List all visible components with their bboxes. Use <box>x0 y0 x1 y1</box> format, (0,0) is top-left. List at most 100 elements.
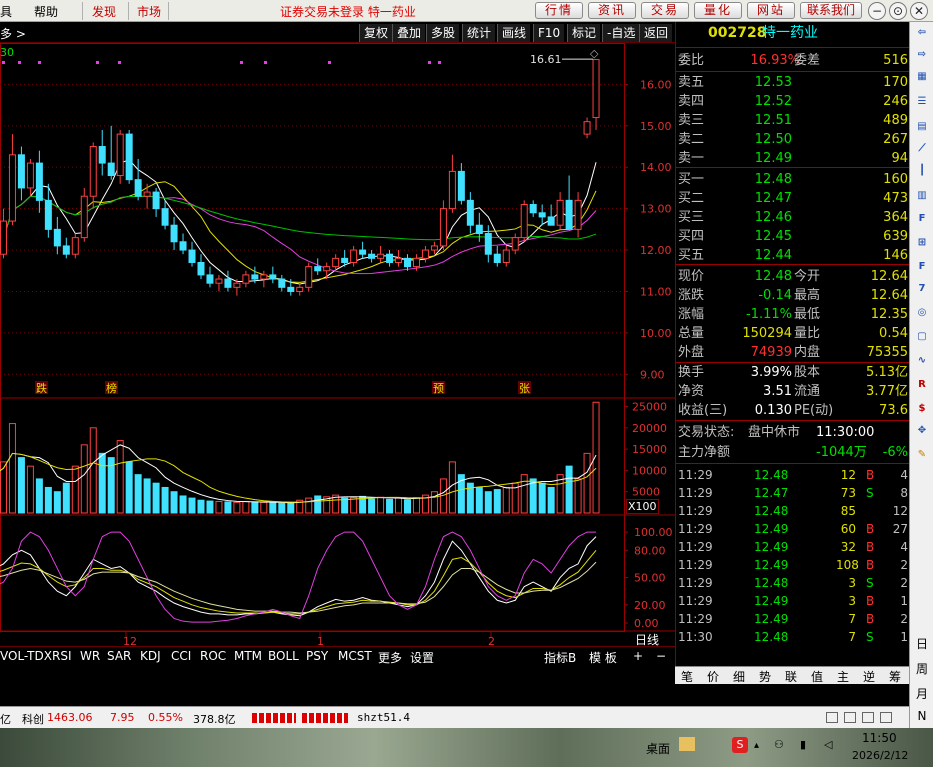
forward-arrow-icon[interactable]: ⇨ <box>913 46 931 64</box>
tab-boll[interactable]: BOLL <box>268 649 299 663</box>
candle-body <box>107 162 115 177</box>
volume-bar <box>197 499 205 514</box>
volume-tick-label: 5000 <box>632 486 660 499</box>
pencil-icon[interactable]: ✎ <box>913 446 931 464</box>
menu-tools[interactable]: 具 <box>0 3 12 20</box>
panel-tab[interactable]: 价 <box>707 668 719 685</box>
layout-icon[interactable] <box>844 712 856 723</box>
back-button[interactable]: 返回 <box>639 24 673 42</box>
multi-stock-button[interactable]: 多股 <box>426 24 460 42</box>
f10-button[interactable]: F10 <box>533 24 565 42</box>
tab-wr[interactable]: WR <box>80 649 100 663</box>
draw-line-button[interactable]: 画线 <box>497 24 531 42</box>
back-arrow-icon[interactable]: ⇦ <box>913 24 931 42</box>
f2-icon[interactable]: F <box>913 258 931 276</box>
overlay-button[interactable]: 叠加 <box>392 24 426 42</box>
tab-indicator-b[interactable]: 指标B <box>544 649 576 666</box>
tab-template[interactable]: 模 板 <box>589 649 617 666</box>
period-day[interactable]: 日 <box>914 635 930 652</box>
panel-tab[interactable]: 逆 <box>863 668 875 685</box>
tab-more[interactable]: 更多 <box>378 649 402 666</box>
panel-tab[interactable]: 势 <box>759 668 771 685</box>
panel-tab[interactable]: 联 <box>785 668 797 685</box>
tab-news[interactable]: 资讯 <box>588 2 636 19</box>
fuquan-button[interactable]: 复权 <box>359 24 393 42</box>
chevron-up-icon[interactable]: ▴ <box>754 740 759 751</box>
battery-icon[interactable]: ▮ <box>800 738 806 751</box>
volume-icon[interactable]: ◁ <box>824 738 832 751</box>
table-icon[interactable]: ▤ <box>913 118 931 136</box>
dollar-icon[interactable]: $ <box>913 400 931 418</box>
panel-tab[interactable]: 值 <box>811 668 823 685</box>
info-label: 流通 <box>794 384 821 399</box>
menu-help[interactable]: 帮助 <box>34 3 58 20</box>
indicator-tick-label: 20.00 <box>634 599 666 612</box>
tab-trade[interactable]: 交易 <box>641 2 689 19</box>
panel-tab[interactable]: 主 <box>837 668 849 685</box>
tab-rsi[interactable]: RSI <box>52 649 72 663</box>
period-month[interactable]: 月 <box>914 685 930 702</box>
volume-bar <box>71 465 79 514</box>
compare-icon[interactable]: ⊞ <box>913 234 931 252</box>
menu-market[interactable]: 市场 <box>137 3 161 20</box>
f10-icon[interactable]: F <box>913 210 931 228</box>
tab-sar[interactable]: SAR <box>107 649 131 663</box>
tab-vol[interactable]: VOL-TDX <box>0 649 52 663</box>
layout-icon[interactable] <box>880 712 892 723</box>
stat-value: 0.54 <box>879 326 908 341</box>
status-bar: 亿 科创 1463.06 7.95 0.55% 378.8亿 shzt51.4 <box>0 706 909 728</box>
pulse-icon[interactable]: ∿ <box>913 352 931 370</box>
rsi-icon[interactable]: R <box>913 376 931 394</box>
trade-state-row: 交易状态: 盘中休市 11:30:00 <box>676 423 910 442</box>
line-chart-icon[interactable]: ⟋ <box>913 140 931 158</box>
sogou-icon[interactable]: S <box>732 737 748 753</box>
tab-quotes[interactable]: 行情 <box>535 2 583 19</box>
window-icon[interactable]: ▢ <box>913 328 931 346</box>
tab-roc[interactable]: ROC <box>200 649 226 663</box>
tab-mtm[interactable]: MTM <box>234 649 262 663</box>
list-icon[interactable]: ☰ <box>913 93 931 111</box>
desktop-label[interactable]: 桌面 <box>646 740 670 757</box>
bar-icon[interactable]: ▥ <box>913 187 931 205</box>
panel-tab[interactable]: 笔 <box>681 668 693 685</box>
close-button[interactable]: ✕ <box>910 2 928 20</box>
watchlist-button[interactable]: -自选 <box>602 24 640 42</box>
kline-icon[interactable]: ┃ <box>913 162 931 180</box>
candle-body <box>296 286 304 292</box>
grid-icon[interactable]: ▦ <box>913 68 931 86</box>
tick-count: 1 <box>900 630 908 644</box>
tab-quant[interactable]: 量化 <box>694 2 742 19</box>
zoom-in-button[interactable]: + <box>633 649 643 663</box>
tab-kdj[interactable]: KDJ <box>140 649 161 663</box>
layout-icon[interactable] <box>826 712 838 723</box>
candle-body <box>170 224 178 243</box>
tab-psy[interactable]: PSY <box>306 649 328 663</box>
panel-tab[interactable]: 细 <box>733 668 745 685</box>
tab-contact[interactable]: 联系我们 <box>800 2 862 19</box>
level-volume: 160 <box>883 172 908 187</box>
zoom-out-button[interactable]: − <box>656 649 666 663</box>
stats-button[interactable]: 统计 <box>462 24 496 42</box>
candle-body <box>251 274 259 280</box>
kline-chart[interactable]: 16.00 15.00 14.00 13.00 12.00 11.00 10.00 9.00 1… <box>0 43 675 658</box>
menu-discover[interactable]: 发现 <box>92 3 116 20</box>
tab-mcst[interactable]: MCST <box>338 649 372 663</box>
period-week[interactable]: 周 <box>914 660 930 677</box>
tab-settings[interactable]: 设置 <box>410 649 434 666</box>
restore-button[interactable]: ⊙ <box>889 2 907 20</box>
minimize-button[interactable]: − <box>868 2 886 20</box>
layout-icon[interactable] <box>862 712 874 723</box>
folder-icon[interactable] <box>679 737 695 751</box>
tab-website[interactable]: 网站 <box>747 2 795 19</box>
seventy-icon[interactable]: 7 <box>913 280 931 298</box>
period-n[interactable]: N <box>914 709 930 723</box>
quote-panel: 002728 特一药业 委比 16.93% 委差 516 卖五 12.53 170 卖… <box>675 22 910 666</box>
mark-button[interactable]: 标记 <box>567 24 601 42</box>
tick-side: B <box>866 522 875 536</box>
tab-cci[interactable]: CCI <box>171 649 191 663</box>
move-icon[interactable]: ✥ <box>913 422 931 440</box>
panel-tab[interactable]: 筹 <box>889 668 901 685</box>
network-icon[interactable]: ⚇ <box>774 738 784 751</box>
magnifier-icon[interactable]: ◎ <box>913 304 931 322</box>
breadcrumb[interactable]: 多 > <box>0 25 26 42</box>
